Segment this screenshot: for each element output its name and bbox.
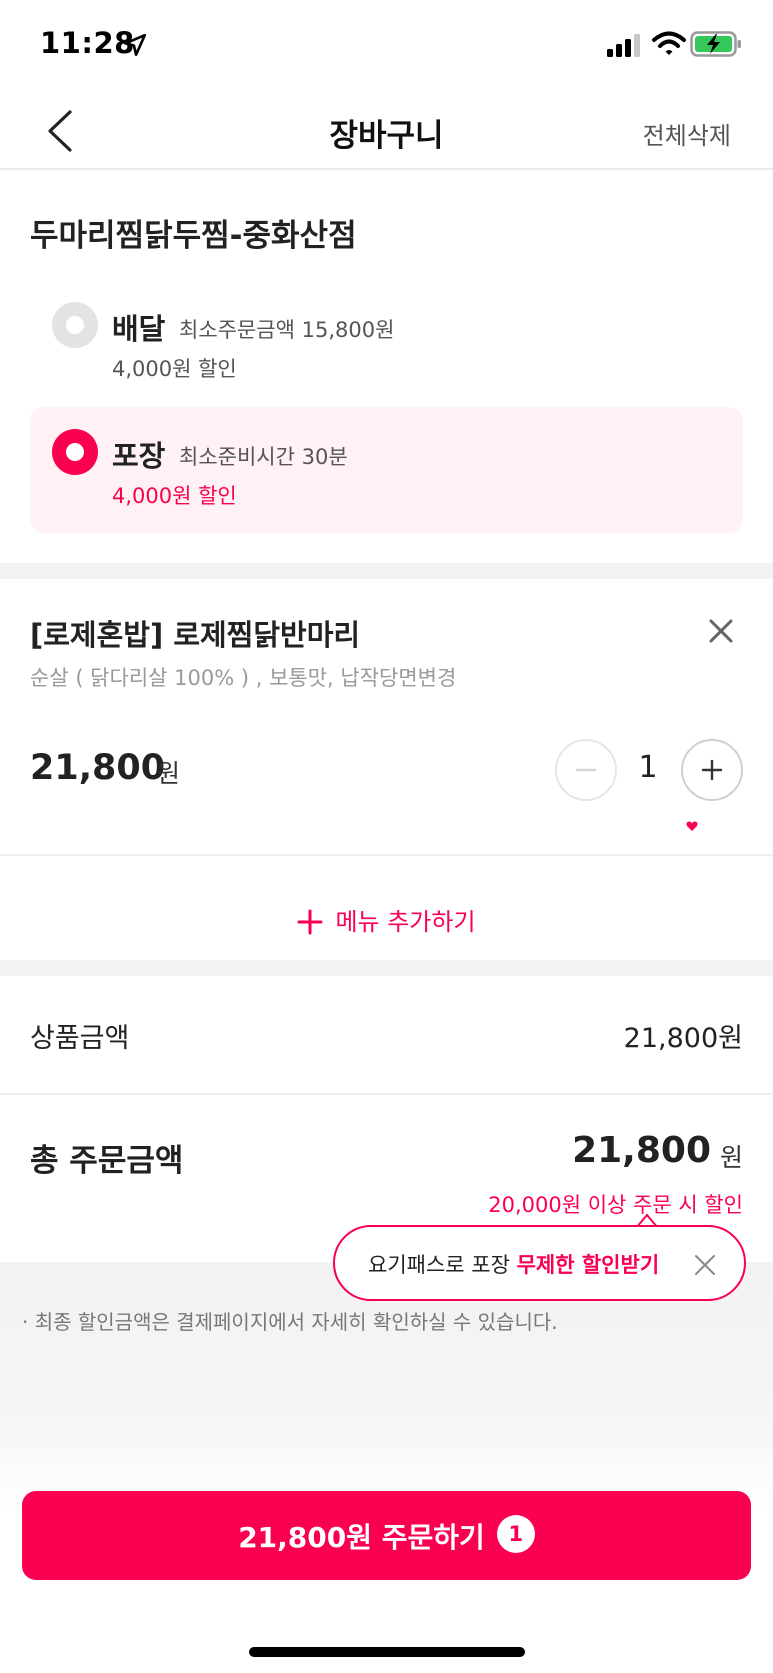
quantity-decrease-button[interactable]: [555, 739, 617, 801]
add-menu-button[interactable]: 메뉴 추가하기: [0, 888, 773, 958]
section-divider: [0, 563, 773, 579]
location-arrow-icon: [123, 33, 147, 57]
nav-bar: 장바구니 전체삭제: [0, 90, 773, 170]
total-amount: 21,800: [572, 1130, 711, 1171]
yogipass-tooltip[interactable]: 요기패스로 포장 무제한 할인받기: [333, 1225, 746, 1301]
close-icon[interactable]: [704, 614, 738, 648]
section-divider: [0, 960, 773, 976]
item-divider: [0, 854, 773, 856]
quantity-value: 1: [638, 750, 658, 785]
cart-item-options: 순살 ( 닭다리살 100% ) , 보통맛, 납작당면변경: [30, 666, 457, 690]
delivery-min-order: 최소주문금액 15,800원: [179, 318, 395, 342]
add-menu-label: 메뉴 추가하기: [335, 908, 476, 936]
pickup-prep-time: 최소준비시간 30분: [179, 445, 348, 469]
cart-item-name: [로제혼밥] 로제찜닭반마리: [30, 618, 361, 652]
total-unit: 원: [719, 1143, 743, 1172]
footnote: · 최종 할인금액은 결제페이지에서 자세히 확인하실 수 있습니다.: [22, 1310, 558, 1334]
minus-icon: [575, 768, 597, 772]
subtotal-value: 21,800원: [623, 1023, 743, 1054]
cart-item-price-unit: 원: [157, 759, 181, 788]
pickup-discount: 4,000원 할인: [112, 484, 237, 508]
home-indicator: [249, 1647, 525, 1657]
pickup-label[interactable]: 포장: [112, 433, 165, 475]
delivery-radio[interactable]: [52, 302, 98, 348]
order-count-badge: 1: [496, 1515, 535, 1553]
radio-dot: [66, 316, 84, 334]
delivery-discount: 4,000원 할인: [112, 357, 237, 381]
close-icon[interactable]: [693, 1253, 717, 1277]
delete-all-button[interactable]: 전체삭제: [643, 116, 731, 151]
tooltip-text: 요기패스로 포장 무제한 할인받기: [368, 1249, 659, 1279]
cellular-signal-icon: [607, 34, 640, 57]
status-bar: 11:28: [0, 0, 773, 90]
quantity-increase-button[interactable]: [681, 739, 743, 801]
order-button[interactable]: 21,800원 주문하기 1: [22, 1491, 751, 1580]
subtotal-label: 상품금액: [30, 1023, 130, 1054]
radio-dot: [66, 443, 84, 461]
cart-item-price: 21,800: [30, 748, 166, 788]
order-button-label: 21,800원 주문하기: [238, 1521, 485, 1554]
summary-divider: [0, 1093, 773, 1095]
discount-note: 20,000원 이상 주문 시 할인: [488, 1193, 743, 1217]
pickup-radio[interactable]: [52, 429, 98, 475]
delivery-label[interactable]: 배달: [112, 306, 165, 348]
plus-icon: [701, 759, 723, 781]
battery-charging-icon: [690, 31, 741, 57]
status-time: 11:28: [40, 26, 135, 60]
store-name: 두마리찜닭두찜-중화산점: [30, 218, 357, 254]
tooltip-prefix: 요기패스로 포장: [368, 1253, 517, 1277]
tooltip-emphasis: 무제한 할인받기: [516, 1253, 660, 1277]
plus-icon: [297, 909, 323, 935]
heart-icon: [686, 821, 698, 831]
wifi-icon: [652, 31, 686, 55]
total-label: 총 주문금액: [30, 1143, 184, 1179]
